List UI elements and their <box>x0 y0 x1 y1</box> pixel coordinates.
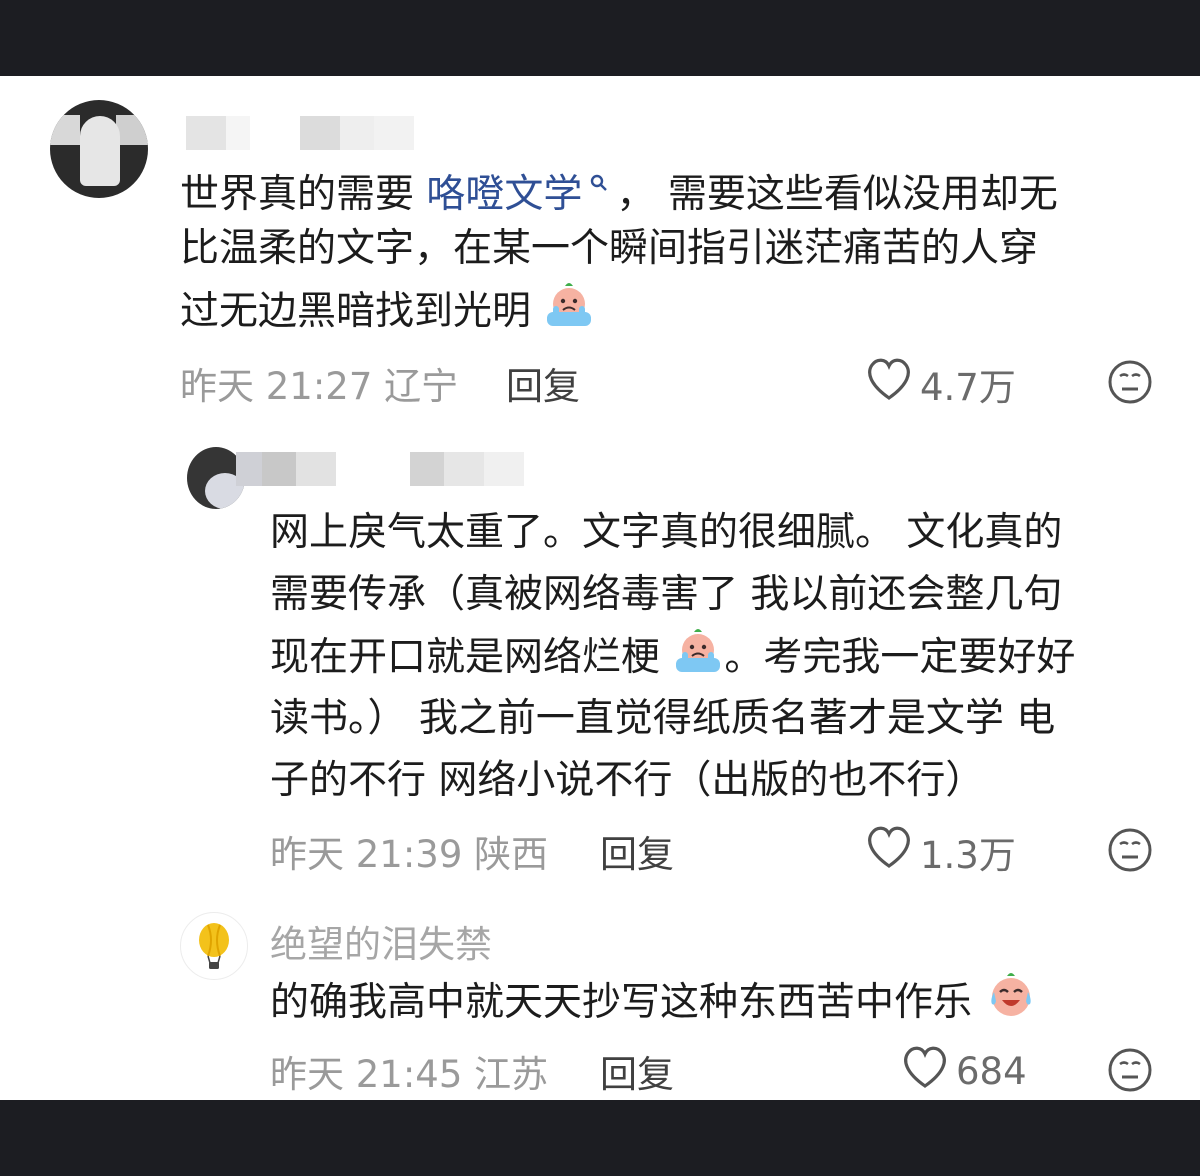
comment-text-line: 的确我高中就天天抄写这种东西苦中作乐 <box>270 970 1038 1039</box>
comment-text-line: 子的不行 网络小说不行（出版的也不行） <box>270 758 985 803</box>
comment-text-line: 现在开口就是网络烂梗 。考完我一定要好好 <box>270 626 1075 693</box>
bottom-bar <box>0 1100 1200 1176</box>
heart-outline-icon <box>900 1044 950 1099</box>
comment-timestamp: 昨天 21:39 陕西 <box>270 833 549 876</box>
neutral-face-icon[interactable] <box>1106 826 1154 878</box>
username-blurred[interactable] <box>236 452 524 486</box>
comment-timestamp: 昨天 21:45 江苏 <box>270 1053 549 1096</box>
avatar[interactable] <box>180 912 248 980</box>
like-button[interactable]: 1.3万 <box>864 824 1016 879</box>
comment-text-line: 网上戾气太重了。文字真的很细腻。 文化真的 <box>270 510 1063 555</box>
comment-text-line: 世界真的需要 咯噔文学 ， 需要这些看似没用却无 <box>180 172 1058 217</box>
keyword-link[interactable]: 咯噔文学 <box>426 172 616 217</box>
heart-outline-icon <box>864 356 914 411</box>
comment-text-line: 比温柔的文字，在某一个瞬间指引迷茫痛苦的人穿 <box>180 226 1039 271</box>
like-count: 1.3万 <box>920 833 1016 877</box>
hot-air-balloon-icon <box>199 923 229 969</box>
avatar[interactable] <box>50 100 148 198</box>
search-icon <box>582 174 616 199</box>
reply-button[interactable]: 回复 <box>600 824 674 878</box>
crying-face-emoji <box>543 280 595 347</box>
neutral-face-icon[interactable] <box>1106 358 1154 410</box>
crying-face-emoji <box>672 626 724 693</box>
comment-text-line: 读书。） 我之前一直觉得纸质名著才是文学 电 <box>270 696 1056 741</box>
comment-text-line: 需要传承（真被网络毒害了 我以前还会整几句 <box>270 572 1063 617</box>
comment-text-line: 过无边黑暗找到光明 <box>180 280 595 347</box>
comment-username[interactable]: 绝望的泪失禁 <box>270 914 492 968</box>
like-count: 4.7万 <box>920 365 1016 409</box>
username-blurred[interactable] <box>186 116 414 150</box>
neutral-face-icon[interactable] <box>1106 1046 1154 1098</box>
laugh-cry-emoji <box>984 970 1038 1039</box>
reply-button[interactable]: 回复 <box>506 356 580 410</box>
reply-button[interactable]: 回复 <box>600 1044 674 1098</box>
like-count: 684 <box>956 1050 1027 1093</box>
like-button[interactable]: 4.7万 <box>864 356 1016 411</box>
comment-timestamp: 昨天 21:27 辽宁 <box>180 365 459 408</box>
like-button[interactable]: 684 <box>900 1044 1027 1099</box>
top-bar <box>0 0 1200 76</box>
heart-outline-icon <box>864 824 914 879</box>
